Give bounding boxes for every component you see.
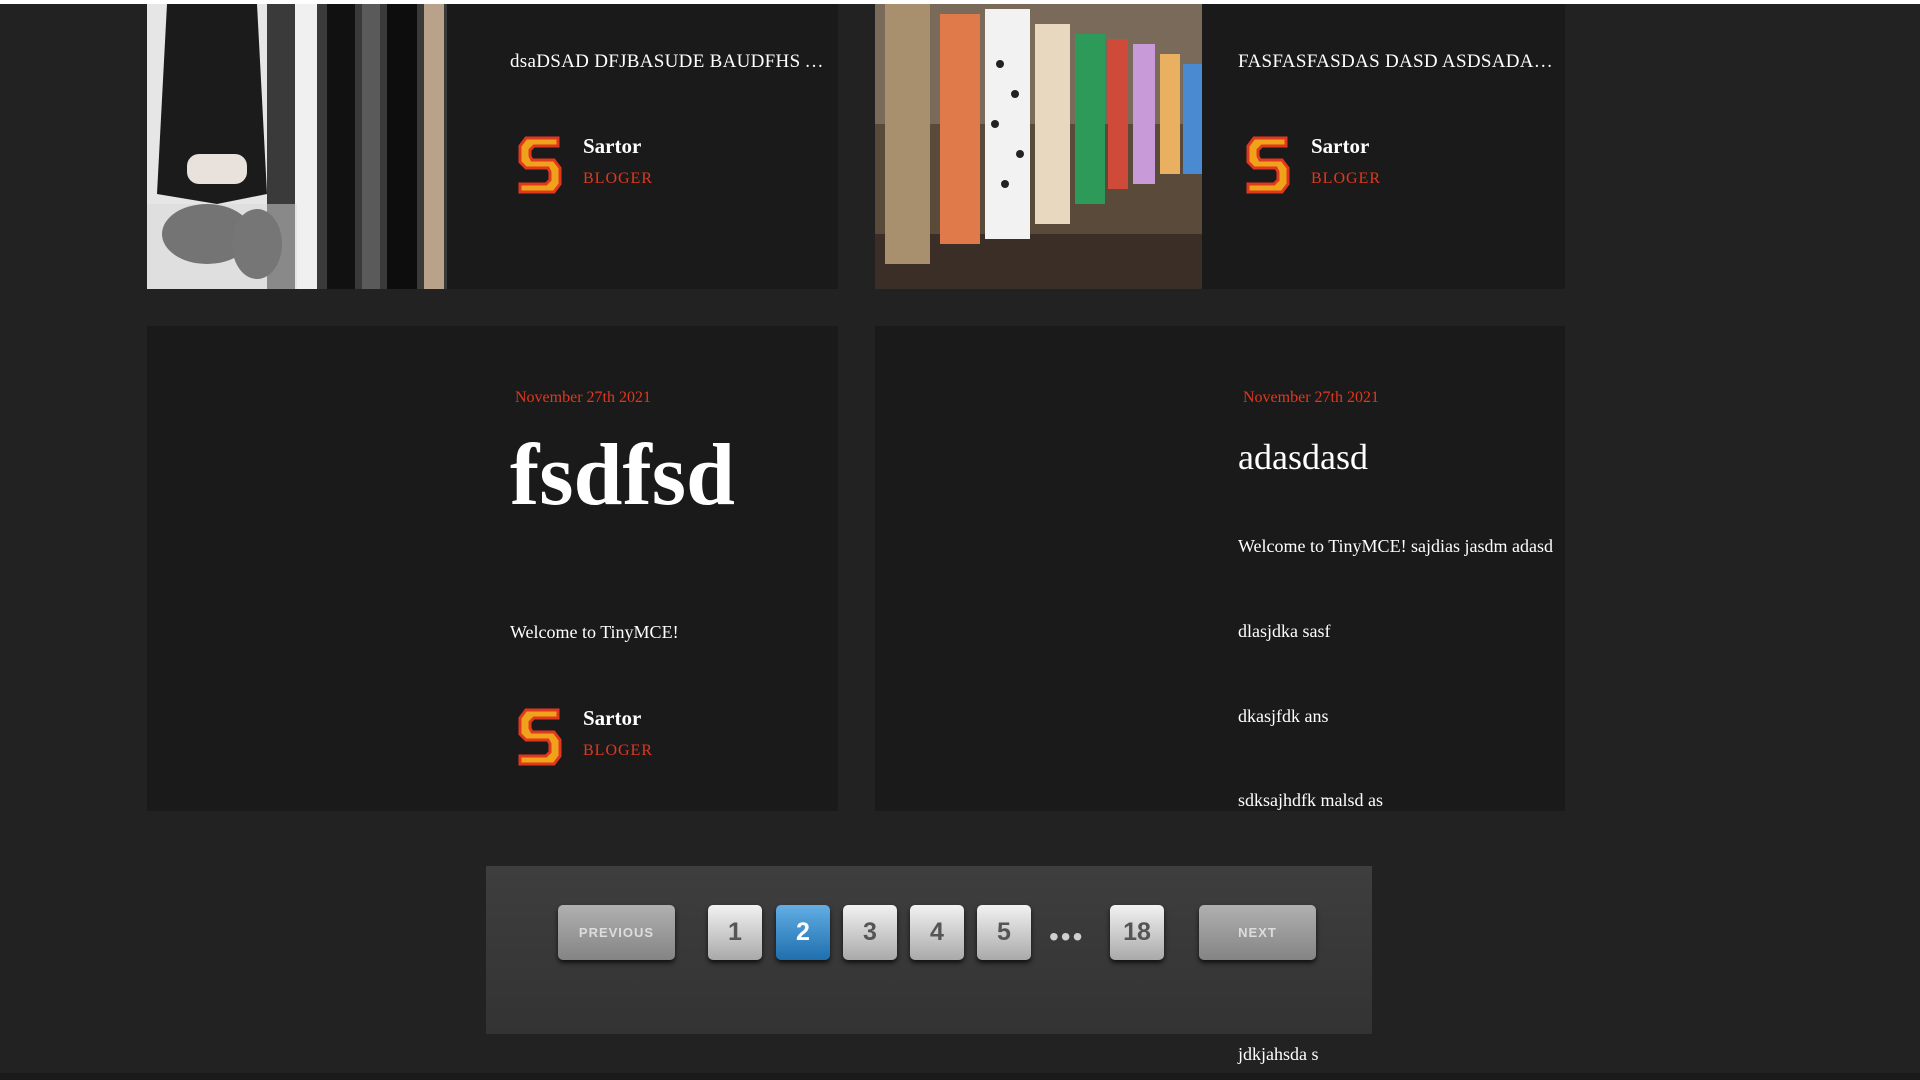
post-card-2[interactable]: FASFASFASDAS DASD ASDSADASDA Sartor BLOG… (875, 4, 1565, 289)
post-date: November 27th 2021 (1243, 389, 1379, 406)
post-excerpt-line: Welcome to TinyMCE! sajdias jasdm adasd (1238, 536, 1554, 556)
page-button-1[interactable]: 1 (708, 905, 762, 960)
post-card-1[interactable]: dsaDSAD DFJBASUDE BAUDFHS ASDNAS Sartor … (147, 4, 838, 289)
pagination-ellipsis: ••• (1049, 921, 1085, 952)
sartor-s-logo-icon (1246, 136, 1290, 194)
page-button-4[interactable]: 4 (910, 905, 964, 960)
bottom-edge (0, 1073, 1920, 1080)
pagination-bar: PREVIOUS 1 2 3 4 5 ••• 18 NEXT (486, 866, 1372, 1034)
post-excerpt-overflow-line: jdkjahsda s (1238, 1044, 1319, 1064)
author-name: Sartor (1311, 134, 1370, 158)
post-card-3[interactable]: November 27th 2021 fsdfsd Welcome to Tin… (147, 326, 838, 811)
author-name: Sartor (583, 706, 642, 730)
sartor-s-logo-icon (518, 136, 562, 194)
author-block: Sartor BLOGER (510, 132, 810, 202)
post-excerpt-line: sdksajhdfk malsd as (1238, 790, 1383, 810)
author-role: BLOGER (583, 170, 653, 187)
author-block: Sartor BLOGER (1238, 132, 1538, 202)
author-role: BLOGER (583, 742, 653, 759)
post-image-runway[interactable] (875, 4, 1202, 289)
author-block: Sartor BLOGER (510, 704, 810, 774)
post-excerpt-line: dlasjdka sasf (1238, 621, 1331, 641)
post-date: November 27th 2021 (515, 389, 651, 406)
next-page-button[interactable]: NEXT (1199, 905, 1316, 960)
page-button-2-current[interactable]: 2 (776, 905, 830, 960)
page-button-5[interactable]: 5 (977, 905, 1031, 960)
post-image-wardrobe[interactable] (147, 4, 474, 289)
post-excerpt-line: dkasjfdk ans (1238, 706, 1329, 726)
page-button-18[interactable]: 18 (1110, 905, 1164, 960)
sartor-s-logo-icon (518, 708, 562, 766)
previous-page-button[interactable]: PREVIOUS (558, 905, 675, 960)
author-name: Sartor (583, 134, 642, 158)
post-excerpt: Welcome to TinyMCE! (510, 622, 679, 642)
post-title[interactable]: FASFASFASDAS DASD ASDSADASDA (1238, 51, 1558, 73)
post-title[interactable]: dsaDSAD DFJBASUDE BAUDFHS ASDNAS (510, 51, 830, 73)
post-title[interactable]: adasdasd (1238, 439, 1368, 475)
author-role: BLOGER (1311, 170, 1381, 187)
post-card-4[interactable]: November 27th 2021 adasdasd Welcome to T… (875, 326, 1565, 811)
post-title[interactable]: fsdfsd (510, 432, 735, 520)
page-button-3[interactable]: 3 (843, 905, 897, 960)
